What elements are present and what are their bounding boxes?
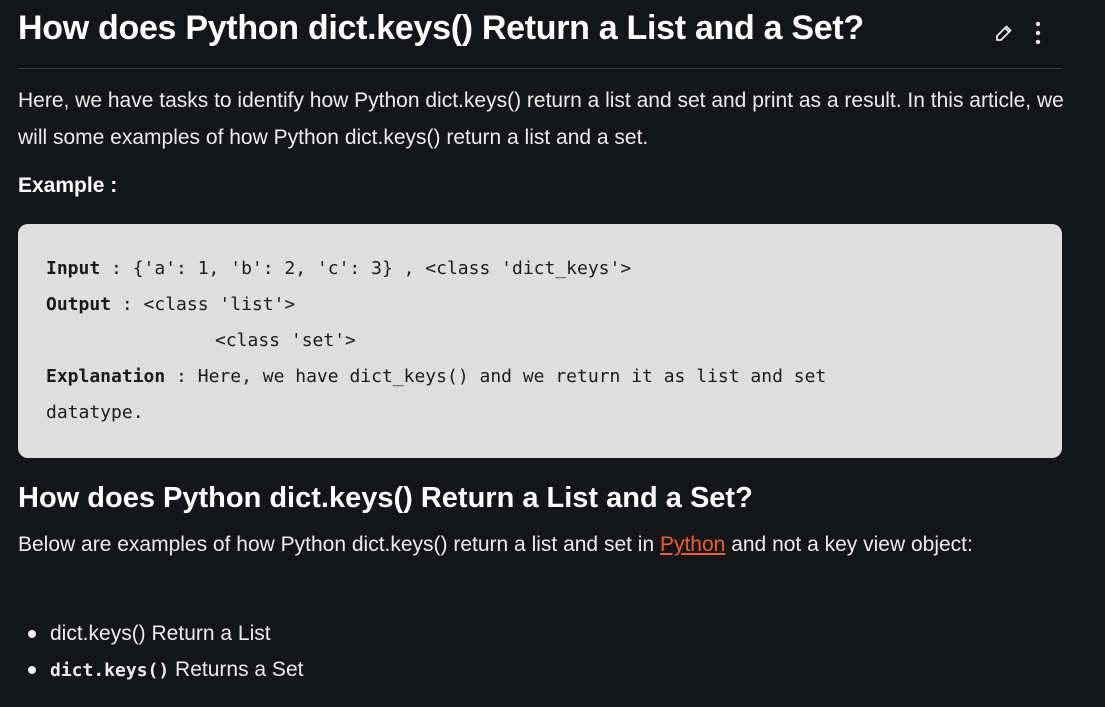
list-item-code: dict.keys(): [50, 660, 170, 681]
code-input-value: : {'a': 1, 'b': 2, 'c': 3} , <class 'dic…: [100, 258, 632, 279]
code-explanation-key: Explanation: [46, 366, 166, 387]
example-code-block: Input : {'a': 1, 'b': 2, 'c': 3} , <clas…: [18, 224, 1062, 458]
list-item: dict.keys() Return a List: [18, 616, 303, 652]
list-item-text: dict.keys() Return a List: [50, 622, 271, 645]
list-item: dict.keys() Returns a Set: [18, 652, 303, 689]
pencil-icon[interactable]: [994, 20, 1014, 46]
code-output-value: : <class 'list'>: [111, 294, 296, 315]
page-title: How does Python dict.keys() Return a Lis…: [18, 9, 864, 47]
section-text-before-link: Below are examples of how Python dict.ke…: [18, 533, 660, 556]
pencil-icon-graphic: [996, 25, 1012, 41]
code-explanation-value: : Here, we have dict_keys() and we retur…: [165, 366, 827, 387]
code-input-key: Input: [46, 258, 101, 279]
more-vertical-icon-graphic: [1035, 21, 1041, 45]
code-line-explanation: Explanation : Here, we have dict_keys() …: [46, 363, 1034, 399]
more-vertical-icon[interactable]: [1028, 20, 1048, 46]
code-output-key: Output: [46, 294, 112, 315]
python-link[interactable]: Python: [660, 533, 725, 556]
section-text-after-link: and not a key view object:: [725, 533, 973, 556]
code-line-output-continuation: <class 'set'>: [215, 330, 356, 351]
intro-paragraph: Here, we have tasks to identify how Pyth…: [18, 89, 1064, 149]
section-heading: How does Python dict.keys() Return a Lis…: [18, 482, 753, 514]
example-label: Example :: [18, 174, 118, 197]
code-line-explanation-continuation: datatype.: [46, 402, 144, 423]
title-actions: [994, 20, 1048, 46]
section-paragraph: Below are examples of how Python dict.ke…: [18, 526, 1058, 563]
examples-list: dict.keys() Return a List dict.keys() Re…: [18, 616, 303, 689]
article-page: How does Python dict.keys() Return a Lis…: [0, 0, 1105, 707]
code-line-input: Input : {'a': 1, 'b': 2, 'c': 3} , <clas…: [46, 255, 1034, 291]
title-row: How does Python dict.keys() Return a Lis…: [18, 6, 1062, 69]
list-item-text: Returns a Set: [169, 658, 304, 681]
code-line-output: Output : <class 'list'>: [46, 291, 1034, 327]
